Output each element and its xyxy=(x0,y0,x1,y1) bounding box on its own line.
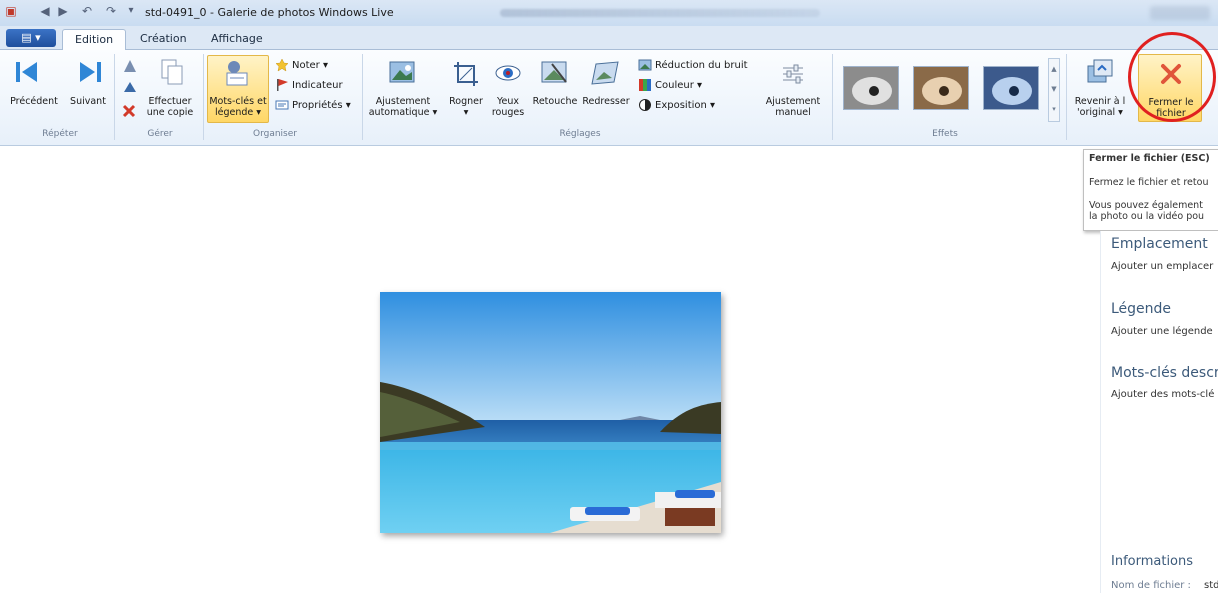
close-file-tooltip: Fermer le fichier (ESC) Fermez le fichie… xyxy=(1083,149,1218,231)
group-separator xyxy=(362,54,363,140)
undo-icon[interactable]: ↶ xyxy=(80,4,94,18)
group-repeter-label: Répéter xyxy=(42,129,78,139)
effect-thumbnail-cyan[interactable] xyxy=(983,66,1039,110)
tooltip-line-1: Fermez le fichier et retou xyxy=(1089,177,1209,188)
auto-adjust-label-1[interactable]: Ajustement xyxy=(368,96,438,107)
blurred-title-region xyxy=(500,9,820,17)
main-photo[interactable] xyxy=(380,292,721,533)
ribbon-tab-row: ▤ ▾ Edition Création Affichage xyxy=(0,26,1218,51)
annotation-circle xyxy=(1128,32,1216,122)
exposure-button[interactable]: Exposition ▾ xyxy=(655,99,715,112)
tooltip-line-2: Vous pouvez également xyxy=(1089,200,1203,211)
rotate-left-icon[interactable] xyxy=(122,58,138,74)
location-heading: Emplacement xyxy=(1111,236,1208,252)
noise-reduction-button[interactable]: Réduction du bruit xyxy=(655,59,748,72)
gallery-expand-icon[interactable]: ▾ xyxy=(1049,99,1059,119)
manual-adjust-label-2[interactable]: manuel xyxy=(760,107,826,118)
rotate-right-icon[interactable] xyxy=(122,78,138,94)
auto-adjust-label-2[interactable]: automatique ▾ xyxy=(368,107,438,118)
color-button[interactable]: Couleur ▾ xyxy=(655,79,702,92)
rate-button[interactable]: Noter ▾ xyxy=(292,59,328,72)
delete-icon[interactable] xyxy=(122,104,136,118)
group-separator xyxy=(114,54,115,140)
retouch-icon[interactable] xyxy=(540,60,570,88)
manual-adjust-icon[interactable] xyxy=(779,60,807,88)
add-keywords-link[interactable]: Ajouter des mots-clé xyxy=(1111,389,1214,400)
noise-reduction-icon[interactable] xyxy=(638,58,652,72)
keywords-heading: Mots-clés descrip xyxy=(1111,365,1218,381)
group-organiser-label: Organiser xyxy=(253,129,297,139)
auto-adjust-icon[interactable] xyxy=(388,60,418,88)
group-gerer-label: Gérer xyxy=(147,129,173,139)
ribbon: Précédent Suivant Répéter Effectuer une … xyxy=(0,50,1218,146)
file-name-label: Nom de fichier : xyxy=(1111,580,1191,591)
keywords-label-1: Mots-clés et xyxy=(209,96,267,107)
color-icon[interactable] xyxy=(638,78,652,92)
app-icon[interactable]: ▣ xyxy=(4,4,18,18)
group-separator xyxy=(203,54,204,140)
revert-label-1[interactable]: Revenir à l xyxy=(1066,96,1134,107)
tooltip-line-3: la photo ou la vidéo pou xyxy=(1089,211,1205,222)
group-separator xyxy=(832,54,833,140)
application-menu-button[interactable]: ▤ ▾ xyxy=(6,29,56,47)
add-caption-link[interactable]: Ajouter une légende xyxy=(1111,326,1213,337)
group-reglages-label: Réglages xyxy=(559,129,601,139)
properties-button[interactable]: Propriétés ▾ xyxy=(292,99,351,112)
crop-icon[interactable] xyxy=(452,60,480,88)
tooltip-title: Fermer le fichier (ESC) xyxy=(1089,153,1210,164)
photo-gallery-window: ▣ ◀ ▶ ↶ ↷ ▾ std-0491_0 - Galerie de phot… xyxy=(0,0,1218,593)
back-arrow-icon[interactable]: ◀ xyxy=(38,4,52,18)
previous-icon[interactable] xyxy=(13,58,41,86)
copy-button-label-1[interactable]: Effectuer xyxy=(140,96,200,107)
tab-creation[interactable]: Création xyxy=(128,29,199,51)
caption-heading: Légende xyxy=(1111,301,1172,317)
exposure-icon[interactable] xyxy=(638,98,652,112)
redo-icon[interactable]: ↷ xyxy=(104,4,118,18)
title-bar: ▣ ◀ ▶ ↶ ↷ ▾ std-0491_0 - Galerie de phot… xyxy=(0,0,1218,26)
copy-icon[interactable] xyxy=(160,58,184,86)
revert-label-2[interactable]: 'original ▾ xyxy=(1066,107,1134,118)
red-eye-label-2[interactable]: rouges xyxy=(488,107,528,118)
keywords-icon xyxy=(222,58,252,88)
next-icon[interactable] xyxy=(76,58,104,86)
properties-icon[interactable] xyxy=(275,98,289,112)
revert-icon[interactable] xyxy=(1086,58,1114,86)
information-heading: Informations xyxy=(1111,554,1194,569)
star-icon[interactable] xyxy=(275,58,289,72)
qat-dropdown-icon[interactable]: ▾ xyxy=(124,4,138,18)
effect-thumbnail-sepia[interactable] xyxy=(913,66,969,110)
effect-thumbnail-bw[interactable] xyxy=(843,66,899,110)
flag-icon[interactable] xyxy=(275,78,289,92)
manual-adjust-label-1[interactable]: Ajustement xyxy=(760,96,826,107)
add-location-link[interactable]: Ajouter un emplacer xyxy=(1111,261,1213,272)
flag-button[interactable]: Indicateur xyxy=(292,79,343,92)
previous-button-label[interactable]: Précédent xyxy=(2,96,66,107)
copy-button-label-2[interactable]: une copie xyxy=(140,107,200,118)
info-side-panel: Emplacement Ajouter un emplacer Légende … xyxy=(1100,231,1218,593)
file-name-value: std xyxy=(1204,580,1218,591)
red-eye-icon[interactable] xyxy=(494,62,522,84)
tab-edition[interactable]: Edition xyxy=(62,29,127,51)
retouch-label[interactable]: Retouche xyxy=(528,96,582,107)
scroll-up-icon[interactable]: ▲ xyxy=(1049,59,1059,79)
effects-gallery-scroller[interactable]: ▲ ▼ ▾ xyxy=(1048,58,1060,122)
group-effets-label: Effets xyxy=(932,129,958,139)
window-title: std-0491_0 - Galerie de photos Windows L… xyxy=(145,6,394,19)
straighten-label[interactable]: Redresser xyxy=(580,96,632,107)
tab-affichage[interactable]: Affichage xyxy=(199,29,275,51)
window-controls-blurred xyxy=(1150,6,1210,20)
keywords-label-2: légende ▾ xyxy=(214,107,262,118)
crop-label[interactable]: Rogner xyxy=(444,96,488,107)
scroll-down-icon[interactable]: ▼ xyxy=(1049,79,1059,99)
next-button-label[interactable]: Suivant xyxy=(64,96,112,107)
red-eye-label-1[interactable]: Yeux xyxy=(488,96,528,107)
forward-arrow-icon[interactable]: ▶ xyxy=(56,4,70,18)
straighten-icon[interactable] xyxy=(590,60,620,88)
crop-dropdown-arrow[interactable]: ▾ xyxy=(444,107,488,118)
